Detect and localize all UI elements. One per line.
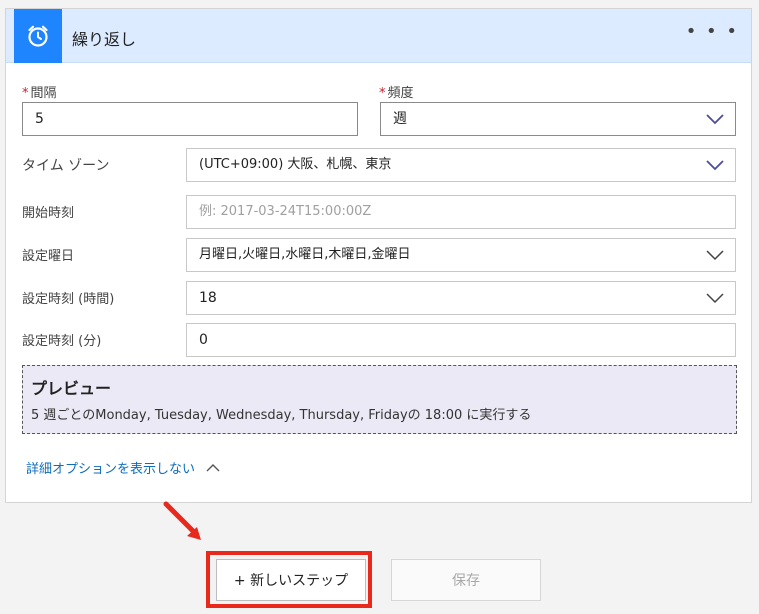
hours-label: 設定時刻 (時間) [22,292,115,307]
alarm-clock-icon [14,9,62,63]
preview-title: プレビュー [31,379,112,398]
start-time-input[interactable]: 例: 2017-03-24T15:00:00Z [186,195,736,229]
frequency-label-text: 頻度 [387,86,414,101]
hours-dropdown[interactable]: 18 [186,281,736,315]
timezone-label: タイム ゾーン [22,158,110,174]
minutes-value: 0 [199,332,208,348]
new-step-button[interactable]: + 新しいステップ [216,559,366,601]
preview-box: プレビュー 5 週ごとのMonday, Tuesday, Wednesday, … [22,365,737,434]
more-options-icon[interactable]: • • • [686,21,739,42]
chevron-up-icon [206,463,220,471]
card-header[interactable]: 繰り返し • • • [6,9,751,63]
minutes-label: 設定時刻 (分) [22,334,102,349]
hours-value: 18 [199,290,217,306]
minutes-input[interactable]: 0 [186,323,736,357]
interval-label: * 間隔 [22,82,57,101]
timezone-dropdown[interactable]: (UTC+09:00) 大阪、札幌、東京 [186,148,736,182]
required-mark: * [22,86,29,101]
chevron-down-icon [706,160,724,171]
interval-input[interactable]: 5 [22,102,358,136]
frequency-dropdown[interactable]: 週 [380,102,736,136]
start-time-placeholder: 例: 2017-03-24T15:00:00Z [199,204,372,219]
interval-label-text: 間隔 [30,86,57,101]
weekdays-value: 月曜日,火曜日,水曜日,木曜日,金曜日 [199,247,411,262]
advanced-options-label: 詳細オプションを表示しない [26,462,196,477]
interval-value: 5 [35,111,44,127]
weekdays-dropdown[interactable]: 月曜日,火曜日,水曜日,木曜日,金曜日 [186,238,736,272]
weekdays-label: 設定曜日 [22,249,75,264]
timezone-value: (UTC+09:00) 大阪、札幌、東京 [199,157,392,172]
recurrence-card: 繰り返し • • • * 間隔 5 * 頻度 週 タイム ゾーン (UTC+09:0… [5,8,752,503]
frequency-value: 週 [393,111,407,127]
red-arrow-annotation [163,501,201,540]
preview-text: 5 週ごとのMonday, Tuesday, Wednesday, Thursd… [31,408,532,423]
hide-advanced-options-link[interactable]: 詳細オプションを表示しない [26,458,221,477]
required-mark: * [379,86,386,101]
card-title: 繰り返し [72,30,137,49]
start-time-label: 開始時刻 [22,206,75,221]
frequency-label: * 頻度 [379,82,414,101]
chevron-down-icon [706,293,724,304]
save-button[interactable]: 保存 [391,559,541,601]
chevron-down-icon [706,114,724,125]
chevron-down-icon [706,250,724,261]
